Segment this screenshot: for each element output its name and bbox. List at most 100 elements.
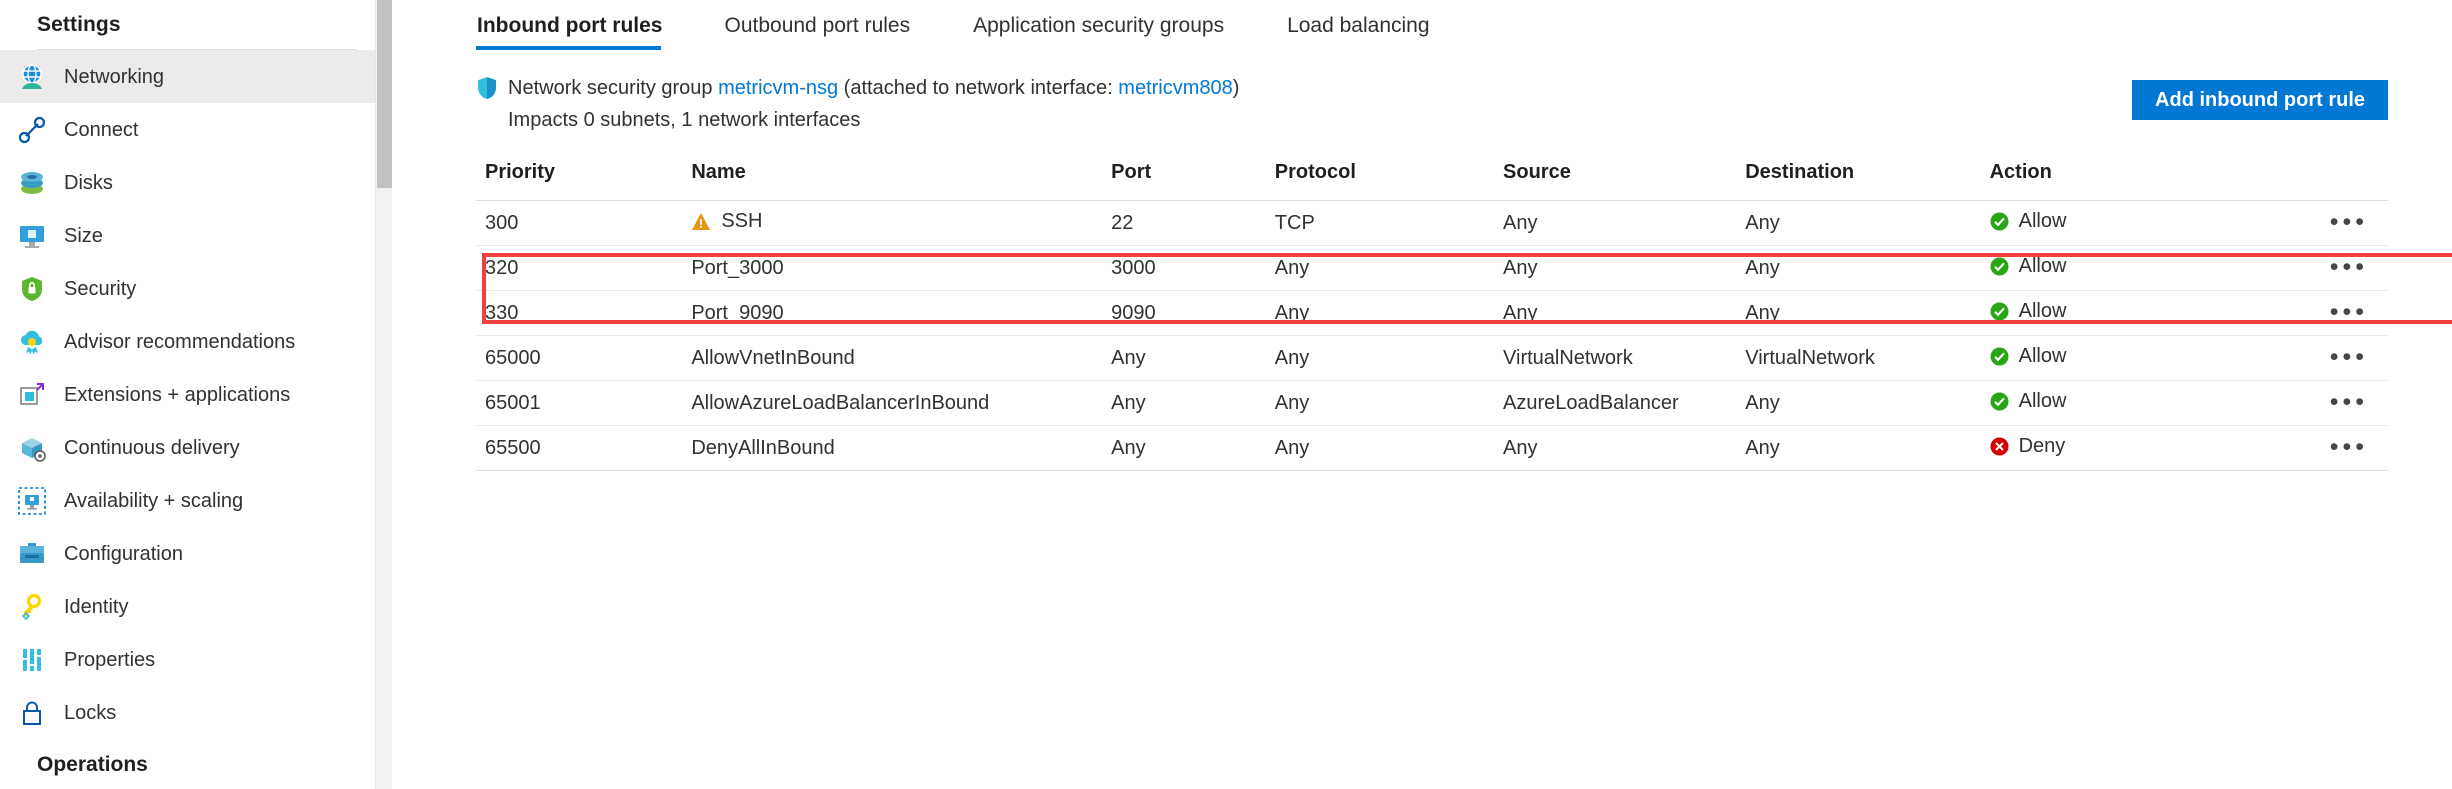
cell-action: Allow — [1989, 290, 2259, 336]
cell-source: Any — [1503, 290, 1746, 336]
column-header-port[interactable]: Port — [1111, 161, 1275, 201]
continuous-delivery-icon — [16, 432, 48, 464]
tab-label: Load balancing — [1287, 14, 1430, 37]
cell-priority: 330 — [476, 290, 692, 336]
action-with-icon: Deny — [1990, 434, 2066, 458]
azure-networking-page: Settings Networking Connect Disks Size S… — [0, 0, 2452, 789]
table-row[interactable]: 330 Port_9090 9090 Any Any Any Allow ••• — [476, 290, 2388, 336]
cell-name: Port_9090 — [691, 290, 1112, 336]
cell-port: 22 — [1111, 200, 1275, 246]
lock-icon — [16, 697, 48, 729]
cell-row-menu: ••• — [2258, 290, 2388, 336]
tab-inbound-port-rules[interactable]: Inbound port rules — [476, 14, 683, 50]
row-actions-menu-icon[interactable]: ••• — [2328, 344, 2370, 369]
disks-icon — [16, 167, 48, 199]
cell-name: AllowVnetInBound — [691, 335, 1112, 381]
cell-destination: VirtualNetwork — [1745, 335, 1990, 381]
sidebar-item-advisor-recommendations[interactable]: Advisor recommendations — [0, 315, 392, 368]
row-actions-menu-icon[interactable]: ••• — [2328, 209, 2370, 234]
sidebar-scrollbar-thumb[interactable] — [377, 0, 392, 188]
cell-destination: Any — [1745, 290, 1990, 336]
nsg-name-link[interactable]: metricvm-nsg — [718, 77, 838, 100]
cell-action: Allow — [1989, 200, 2259, 246]
nsg-impacts-label: Impacts 0 subnets, 1 network interfaces — [508, 109, 861, 131]
add-inbound-port-rule-button[interactable]: Add inbound port rule — [2132, 80, 2388, 120]
sidebar-item-label: Identity — [64, 595, 129, 618]
sidebar-item-size[interactable]: Size — [0, 209, 392, 262]
cell-priority: 65000 — [476, 335, 692, 381]
sidebar-item-availability-scaling[interactable]: Availability + scaling — [0, 474, 392, 527]
sidebar-item-label: Advisor recommendations — [64, 330, 296, 353]
cell-action-label: Allow — [2018, 344, 2067, 367]
inbound-rules-table-wrap: Priority Name Port Protocol Source Desti… — [476, 161, 2452, 471]
tab-label: Inbound port rules — [477, 14, 663, 37]
nsg-nic-link[interactable]: metricvm808 — [1118, 77, 1232, 100]
cell-protocol: Any — [1274, 290, 1504, 336]
cell-action-label: Allow — [2018, 209, 2067, 232]
warning-icon — [692, 212, 711, 230]
sidebar-item-label: Configuration — [64, 542, 183, 565]
allow-check-icon — [1990, 257, 2009, 275]
allow-check-icon — [1990, 302, 2009, 320]
cell-name: DenyAllInBound — [691, 425, 1112, 471]
cell-priority: 320 — [476, 245, 692, 291]
networking-main-panel: Inbound port rules Outbound port rules A… — [393, 0, 2452, 789]
sidebar-item-continuous-delivery[interactable]: Continuous delivery — [0, 421, 392, 474]
sidebar-item-label: Availability + scaling — [64, 489, 244, 512]
row-actions-menu-icon[interactable]: ••• — [2328, 299, 2370, 324]
nsg-info: Network security group metricvm-nsg (att… — [476, 76, 2132, 132]
column-header-priority[interactable]: Priority — [476, 161, 692, 201]
row-actions-menu-icon[interactable]: ••• — [2328, 389, 2370, 414]
column-header-protocol[interactable]: Protocol — [1274, 161, 1504, 201]
table-row[interactable]: 65001 AllowAzureLoadBalancerInBound Any … — [476, 380, 2388, 426]
tab-outbound-port-rules[interactable]: Outbound port rules — [723, 14, 932, 50]
cell-name-label: SSH — [721, 209, 763, 232]
column-header-destination[interactable]: Destination — [1745, 161, 1990, 201]
sidebar-item-label: Disks — [64, 171, 113, 194]
table-row[interactable]: 300 SSH 22 TCP Any Any Allow ••• — [476, 200, 2388, 246]
cell-destination: Any — [1745, 245, 1990, 291]
sidebar-scrollbar[interactable] — [375, 0, 392, 789]
inbound-port-rules-table: Priority Name Port Protocol Source Desti… — [476, 161, 2388, 471]
identity-key-icon — [16, 591, 48, 623]
table-row[interactable]: 320 Port_3000 3000 Any Any Any Allow ••• — [476, 245, 2388, 291]
sidebar-item-identity[interactable]: Identity — [0, 580, 392, 633]
allow-check-icon — [1990, 212, 2009, 230]
cell-protocol: TCP — [1274, 200, 1504, 246]
table-row[interactable]: 65000 AllowVnetInBound Any Any VirtualNe… — [476, 335, 2388, 381]
column-header-action[interactable]: Action — [1989, 161, 2259, 201]
sidebar-item-properties[interactable]: Properties — [0, 633, 392, 686]
tab-load-balancing[interactable]: Load balancing — [1286, 14, 1451, 50]
row-actions-menu-icon[interactable]: ••• — [2328, 434, 2370, 459]
cell-row-menu: ••• — [2258, 335, 2388, 381]
row-actions-menu-icon[interactable]: ••• — [2328, 254, 2370, 279]
table-row[interactable]: 65500 DenyAllInBound Any Any Any Any Den… — [476, 425, 2388, 471]
settings-nav-list: Networking Connect Disks Size Security A… — [0, 50, 392, 739]
sidebar-item-disks[interactable]: Disks — [0, 156, 392, 209]
tab-label: Application security groups — [973, 14, 1225, 37]
sidebar-item-locks[interactable]: Locks — [0, 686, 392, 739]
cell-protocol: Any — [1274, 335, 1504, 381]
tab-application-security-groups[interactable]: Application security groups — [972, 14, 1246, 50]
advisor-cloud-icon — [16, 326, 48, 358]
cell-action: Allow — [1989, 380, 2259, 426]
sidebar-item-networking[interactable]: Networking — [0, 50, 392, 103]
cell-source: Any — [1503, 425, 1746, 471]
name-with-icon: SSH — [691, 210, 762, 233]
cell-action: Allow — [1989, 245, 2259, 291]
action-with-icon: Allow — [1990, 390, 2066, 413]
cell-port: 9090 — [1111, 290, 1275, 336]
cell-priority: 65001 — [476, 380, 692, 426]
sidebar-item-extensions-applications[interactable]: Extensions + applications — [0, 368, 392, 421]
cell-action-label: Deny — [2018, 434, 2066, 457]
sidebar-item-connect[interactable]: Connect — [0, 103, 392, 156]
availability-scaling-icon — [16, 485, 48, 517]
column-header-name[interactable]: Name — [691, 161, 1112, 201]
size-monitor-icon — [16, 220, 48, 252]
column-header-source[interactable]: Source — [1503, 161, 1746, 201]
sidebar-item-security[interactable]: Security — [0, 262, 392, 315]
nsg-attached-prefix: (attached to network interface: — [843, 76, 1113, 99]
sidebar-item-configuration[interactable]: Configuration — [0, 527, 392, 580]
action-with-icon: Allow — [1990, 255, 2066, 278]
sidebar-item-label: Properties — [64, 648, 156, 671]
